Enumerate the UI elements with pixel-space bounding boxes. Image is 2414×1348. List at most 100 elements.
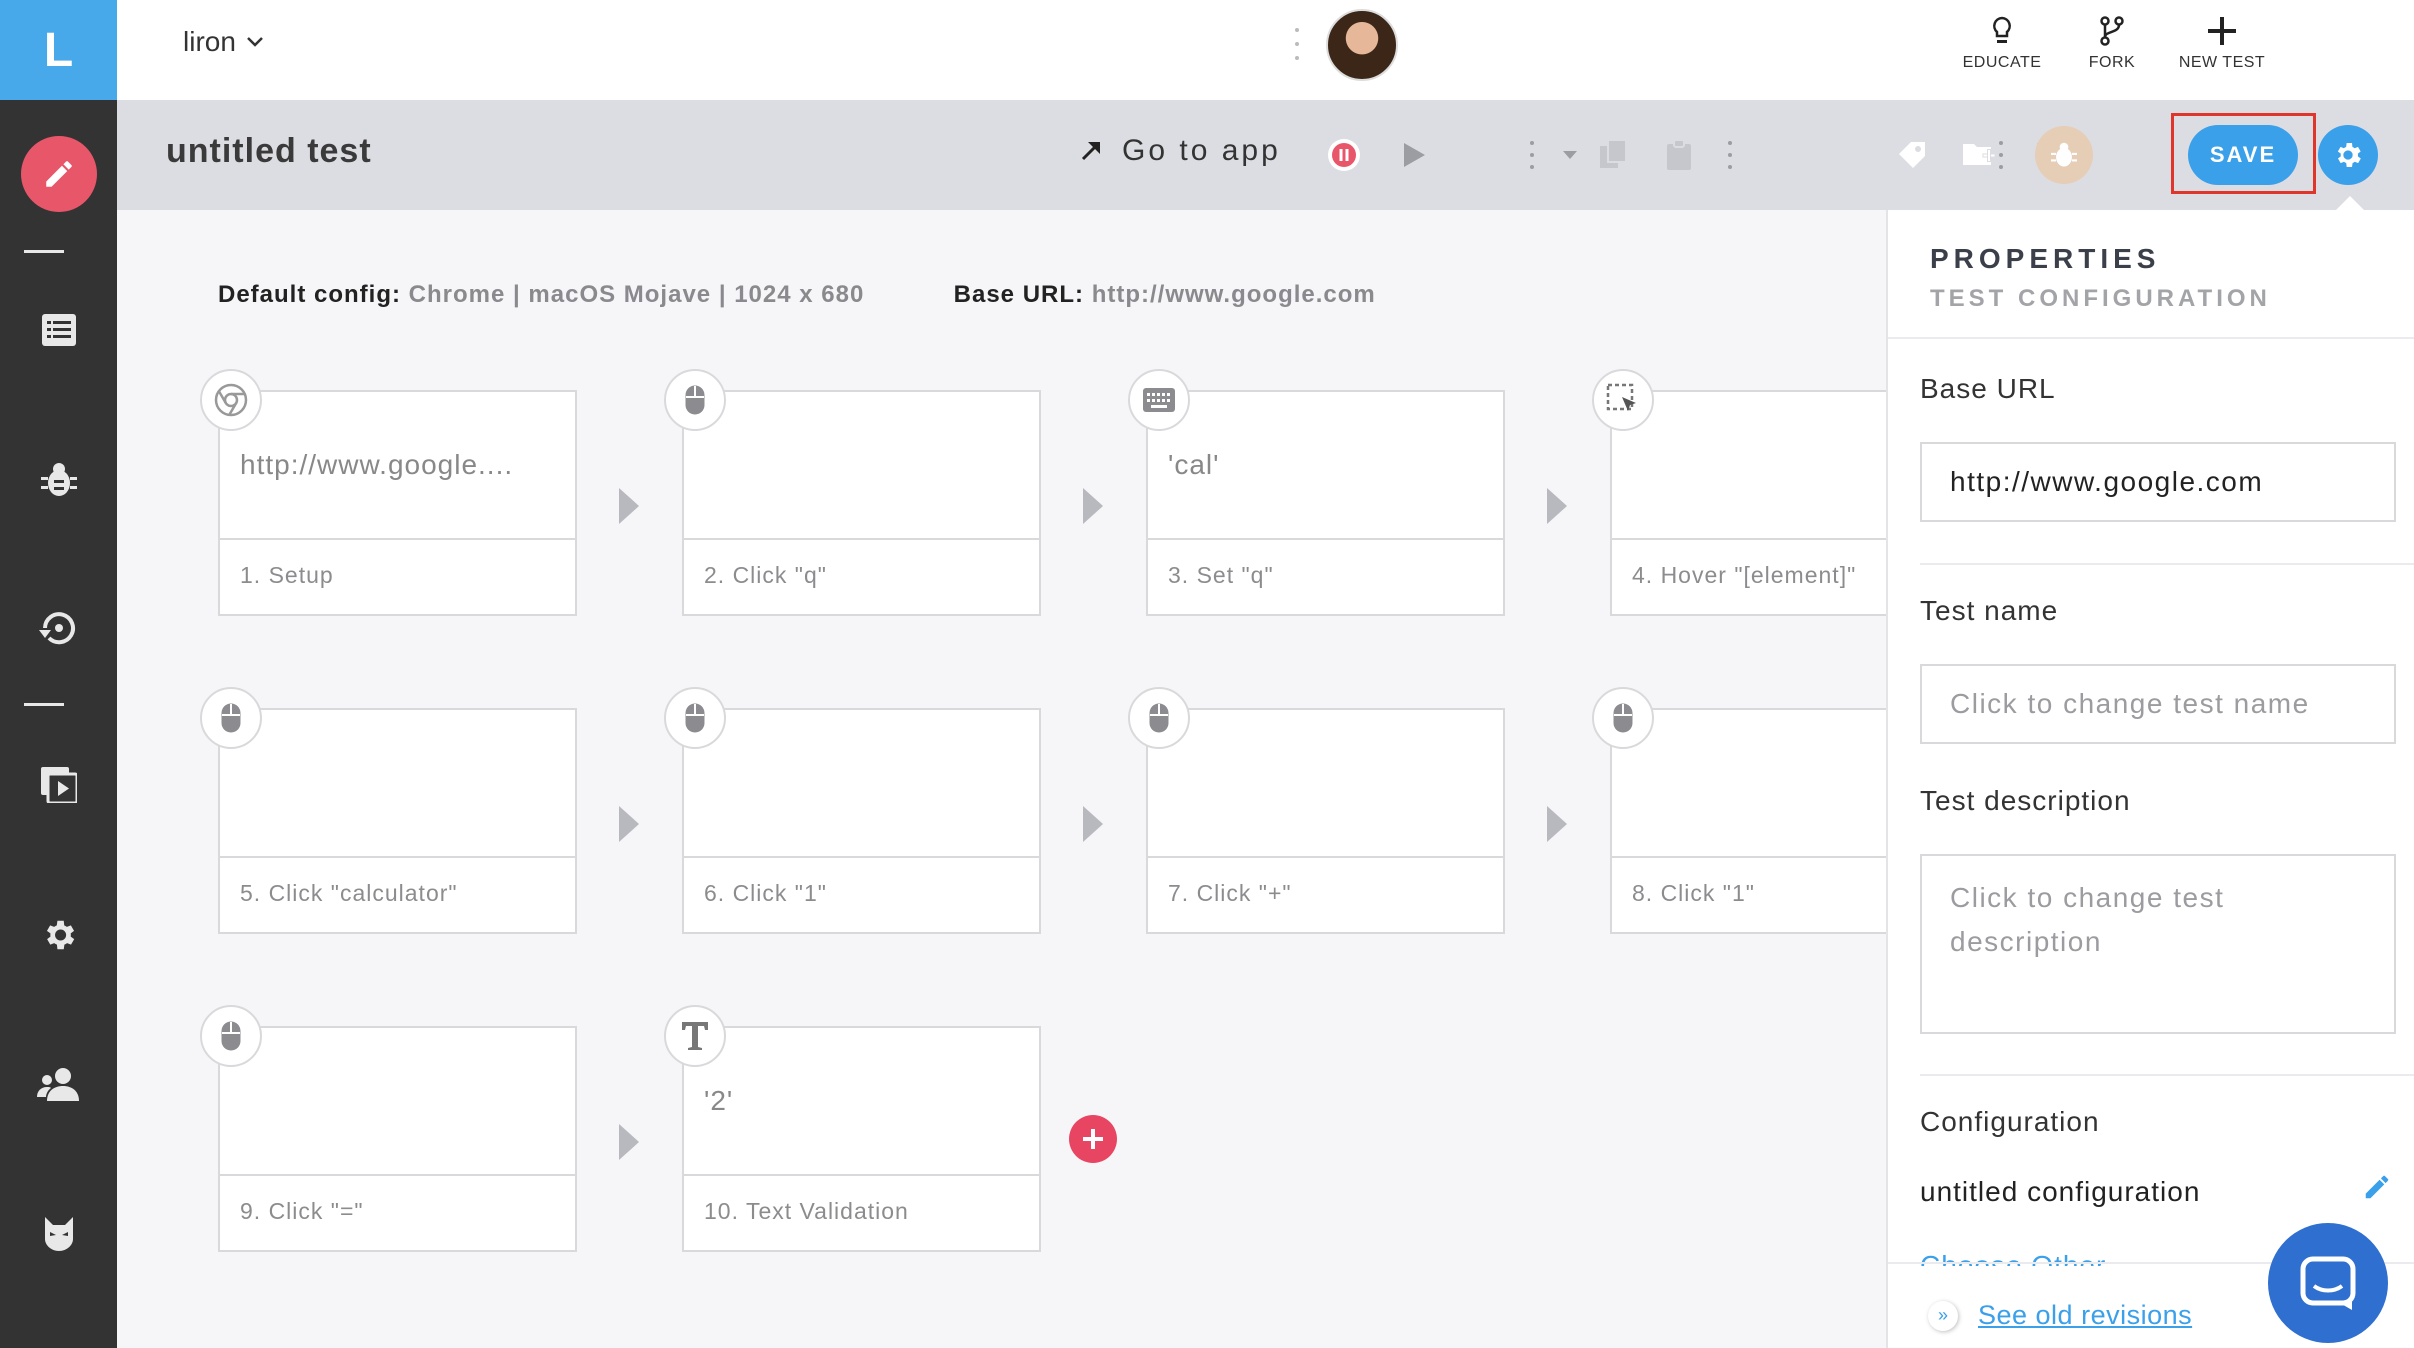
go-to-app-button[interactable]: Go to app [1080, 134, 1281, 168]
tag-icon [1899, 142, 1925, 168]
fork-button[interactable]: FORK [2087, 16, 2137, 72]
step-card[interactable]: 9. Click "=" [218, 1026, 577, 1252]
mouse-icon [200, 687, 262, 749]
sidebar-item-settings[interactable] [0, 895, 117, 975]
avatar[interactable] [1326, 9, 1398, 81]
more-vertical-icon[interactable] [1999, 140, 2003, 170]
go-to-app-label: Go to app [1122, 134, 1281, 167]
test-name-input[interactable]: Click to change test name [1920, 664, 2396, 744]
base-url-value: http://www.google.com [1091, 281, 1376, 308]
step-title: 3. Set "q" [1168, 562, 1274, 588]
step-title: 2. Click "q" [704, 562, 827, 588]
sidebar-item-team[interactable] [0, 1044, 117, 1124]
testim-mask-icon [44, 1217, 73, 1251]
plus-icon [2208, 17, 2236, 45]
sidebar-item-suites[interactable] [0, 745, 117, 825]
step-screenshot-area[interactable] [1148, 710, 1503, 858]
step-connector-arrow [1547, 806, 1567, 842]
sidebar-divider [24, 250, 64, 253]
panel-title: PROPERTIES [1930, 243, 2161, 274]
chevron-down-icon [247, 37, 263, 47]
step-card[interactable]: 2. Click "q" [682, 390, 1041, 616]
step-card[interactable]: 7. Click "+" [1146, 708, 1505, 934]
base-url-field-label: Base URL [1920, 373, 2056, 404]
sidebar-divider [24, 703, 64, 706]
pencil-icon[interactable] [2362, 1172, 2392, 1202]
step-connector-arrow [1083, 488, 1103, 524]
label-button[interactable] [1895, 138, 1929, 172]
pause-record-icon [1328, 139, 1360, 171]
step-title: 5. Click "calculator" [240, 880, 458, 906]
sidebar-item-runs[interactable] [0, 588, 117, 668]
educate-button[interactable]: EDUCATE [1963, 16, 2041, 72]
schedule-icon [38, 612, 75, 645]
sidebar-item-tests[interactable] [0, 290, 117, 370]
more-vertical-icon[interactable] [1530, 140, 1534, 170]
mouse-icon [1128, 687, 1190, 749]
base-url-input[interactable]: http://www.google.com [1920, 442, 2396, 522]
gear-icon [2337, 143, 2361, 167]
sidebar-item-bugs[interactable] [0, 440, 117, 520]
add-step-button[interactable] [1069, 1115, 1117, 1163]
save-button[interactable]: SAVE [2188, 125, 2298, 185]
keyboard-icon [1128, 369, 1190, 431]
step-title: 9. Click "=" [240, 1198, 364, 1224]
new-test-button[interactable]: NEW TEST [2177, 16, 2267, 72]
bug-icon [2051, 142, 2077, 167]
properties-button[interactable] [2318, 125, 2378, 185]
step-card[interactable]: '2' 10. Text Validation [682, 1026, 1041, 1252]
copy-icon [1600, 140, 1627, 168]
play-button[interactable] [1397, 138, 1431, 172]
test-title[interactable]: untitled test [166, 132, 372, 171]
sidebar-item-editor[interactable] [0, 134, 117, 214]
step-screenshot-area[interactable] [220, 710, 575, 858]
step-connector-arrow [1083, 806, 1103, 842]
step-connector-arrow [619, 806, 639, 842]
debug-button[interactable] [2035, 126, 2093, 184]
left-sidebar: L [0, 0, 117, 1348]
stop-recording-button[interactable] [1327, 138, 1361, 172]
clipboard-icon [1667, 140, 1691, 170]
new-test-label: NEW TEST [2178, 54, 2266, 71]
chat-widget-button[interactable] [2268, 1223, 2388, 1343]
plus-icon [1083, 1129, 1103, 1149]
arrow-up-right-icon [1081, 142, 1100, 161]
test-description-input[interactable]: Click to change test description [1920, 854, 2396, 1034]
step-screenshot-area[interactable]: http://www.google.... [220, 392, 575, 540]
default-config-value: Chrome | macOS Mojave | 1024 x 680 [408, 281, 865, 308]
step-screenshot-area[interactable]: '2' [684, 1028, 1039, 1176]
step-card[interactable]: http://www.google.... 1. Setup [218, 390, 577, 616]
user-name: liron [183, 26, 236, 57]
step-connector-arrow [619, 488, 639, 524]
step-screenshot-area[interactable]: 'cal' [1148, 392, 1503, 540]
configuration-value: untitled configuration [1920, 1176, 2201, 1207]
chat-icon [2300, 1256, 2356, 1310]
more-vertical-icon[interactable] [1295, 26, 1299, 62]
copy-button[interactable] [1597, 138, 1631, 172]
step-title: 1. Setup [240, 562, 334, 588]
step-title: 8. Click "1" [1632, 880, 1755, 906]
educate-label: EDUCATE [1962, 54, 2042, 71]
step-screenshot-area[interactable] [684, 392, 1039, 540]
see-old-revisions-link[interactable]: See old revisions [1978, 1300, 2192, 1331]
fork-icon [2100, 16, 2124, 46]
step-screenshot-area[interactable] [684, 710, 1039, 858]
double-chevron-right-icon[interactable]: » [1928, 1300, 1958, 1331]
step-screenshot-area[interactable] [220, 1028, 575, 1176]
paste-button[interactable] [1662, 138, 1696, 172]
edit-icon [20, 136, 97, 212]
test-name-label: Test name [1920, 595, 2059, 626]
step-card[interactable]: 'cal' 3. Set "q" [1146, 390, 1505, 616]
configuration-label: Configuration [1920, 1106, 2100, 1137]
play-options-dropdown[interactable] [1562, 138, 1578, 172]
panel-divider [1920, 563, 2414, 565]
add-to-folder-button[interactable] [1962, 138, 1996, 172]
app-logo[interactable]: L [0, 0, 117, 100]
test-description-label: Test description [1920, 785, 2131, 816]
user-menu[interactable]: liron [183, 26, 264, 58]
step-card[interactable]: 6. Click "1" [682, 708, 1041, 934]
step-card[interactable]: 5. Click "calculator" [218, 708, 577, 934]
panel-divider [1888, 337, 2414, 339]
sidebar-item-testim[interactable] [0, 1194, 117, 1274]
more-vertical-icon[interactable] [1728, 140, 1732, 170]
